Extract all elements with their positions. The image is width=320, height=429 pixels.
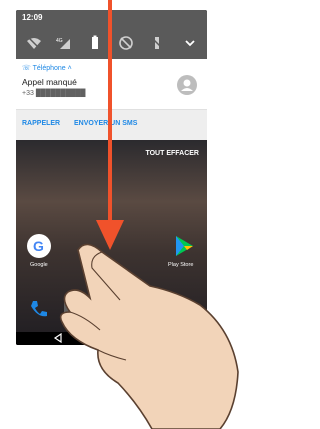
network-label: 4G: [56, 38, 63, 44]
battery-icon[interactable]: [87, 35, 103, 51]
status-time: 12:09: [22, 13, 43, 22]
notification-number: +33 ██████████: [22, 90, 86, 97]
camera-app-icon[interactable]: [63, 297, 87, 321]
phone-icon: ☏: [22, 65, 31, 72]
notification-title: Appel manqué: [22, 77, 77, 87]
google-app-icon[interactable]: G: [26, 233, 52, 259]
wifi-icon[interactable]: [26, 35, 42, 51]
do-not-disturb-icon[interactable]: [118, 35, 134, 51]
play-store-label: Play Store: [168, 262, 194, 268]
navigation-bar: [16, 332, 207, 345]
avatar: [177, 75, 197, 95]
phone-screen: 12:09 4G ☏ Téléphone ˄ Appel manqué +33 …: [16, 10, 207, 345]
call-back-button[interactable]: RAPPELER: [22, 120, 60, 127]
notification-app-name: ☏ Téléphone ˄: [22, 65, 72, 72]
chevron-up-icon: ˄: [67, 65, 72, 72]
quick-settings-row: 4G: [16, 26, 207, 59]
person-icon: [181, 79, 193, 91]
finger-crease: [97, 349, 127, 361]
google-app-label: Google: [30, 262, 48, 268]
back-icon[interactable]: [53, 333, 63, 343]
phone-app-icon[interactable]: [28, 298, 50, 320]
flashlight-icon[interactable]: [149, 35, 165, 51]
status-bar: 12:09: [16, 10, 207, 26]
svg-text:G: G: [33, 238, 44, 254]
send-sms-button[interactable]: ENVOYER UN SMS: [74, 120, 137, 127]
mobile-data-icon[interactable]: 4G: [56, 35, 72, 51]
missed-call-notification[interactable]: ☏ Téléphone ˄ Appel manqué +33 █████████…: [16, 59, 207, 109]
notification-actions: RAPPELER ENVOYER UN SMS: [16, 109, 207, 140]
play-store-icon[interactable]: [171, 233, 197, 259]
home-screen-wallpaper: TOUT EFFACER G Google Play Store: [16, 140, 207, 345]
chevron-down-icon[interactable]: [182, 35, 198, 51]
clear-all-button[interactable]: TOUT EFFACER: [145, 150, 199, 157]
